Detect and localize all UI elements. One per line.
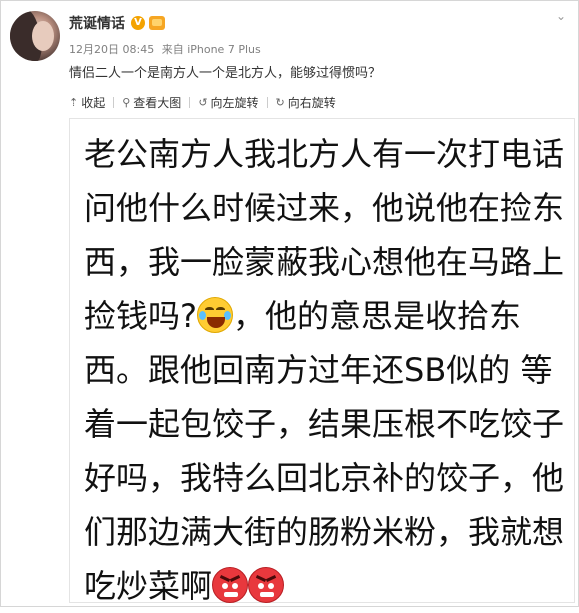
media-toolbar: ⇡ 收起 ⚲ 查看大图 ↺ 向左旋转 ↻ 向右旋转 [69,92,336,112]
vip-member-icon[interactable] [149,16,165,30]
avatar[interactable] [10,11,60,61]
divider [266,96,268,108]
divider [189,96,191,108]
collapse-label: 收起 [81,95,106,110]
post-source[interactable]: 来自 iPhone 7 Plus [162,43,261,56]
rotate-left-label: 向左旋转 [210,95,259,110]
weibo-post-card: 荒诞情话 V ⌄ 12月20日 08:45 来自 iPhone 7 Plus 情… [0,0,579,607]
divider [113,96,115,108]
collapse-button[interactable]: ⇡ 收起 [69,94,105,111]
chevron-down-icon[interactable]: ⌄ [554,9,568,23]
image-text-part2: ，他的意思是收拾东西。跟他回南方过年还SB似的 等着一起包饺子，结果压根不吃饺子… [84,297,565,605]
view-large-label: 查看大图 [133,95,182,110]
angry-face-emoji-icon [212,567,249,603]
post-image[interactable]: 老公南方人我北方人有一次打电话问他什么时候过来，他说他在捡东西，我一脸蒙蔽我心想… [69,118,575,605]
rotate-right-label: 向右旋转 [287,95,336,110]
post-text: 情侣二人一个是南方人一个是北方人，能够过得惯吗？ [69,66,382,81]
angry-face-emoji-icon [248,567,285,603]
collapse-icon: ⇡ [69,95,79,109]
author-row: 荒诞情话 V [69,13,165,33]
image-text: 老公南方人我北方人有一次打电话问他什么时候过来，他说他在捡东西，我一脸蒙蔽我心想… [84,127,564,613]
rotate-right-button[interactable]: ↻ 向右旋转 [276,94,336,111]
verified-icon[interactable]: V [131,16,145,30]
view-large-button[interactable]: ⚲ 查看大图 [122,94,181,111]
rotate-right-icon: ↻ [275,95,285,109]
post-meta: 12月20日 08:45 来自 iPhone 7 Plus [69,41,265,57]
rotate-left-button[interactable]: ↺ 向左旋转 [198,94,258,111]
magnify-icon: ⚲ [122,95,131,109]
avatar-face [32,21,54,51]
rotate-left-icon: ↺ [198,95,208,109]
post-time[interactable]: 12月20日 08:45 [69,43,154,56]
laughing-tears-emoji-icon [197,297,233,333]
author-name[interactable]: 荒诞情话 [69,13,125,33]
